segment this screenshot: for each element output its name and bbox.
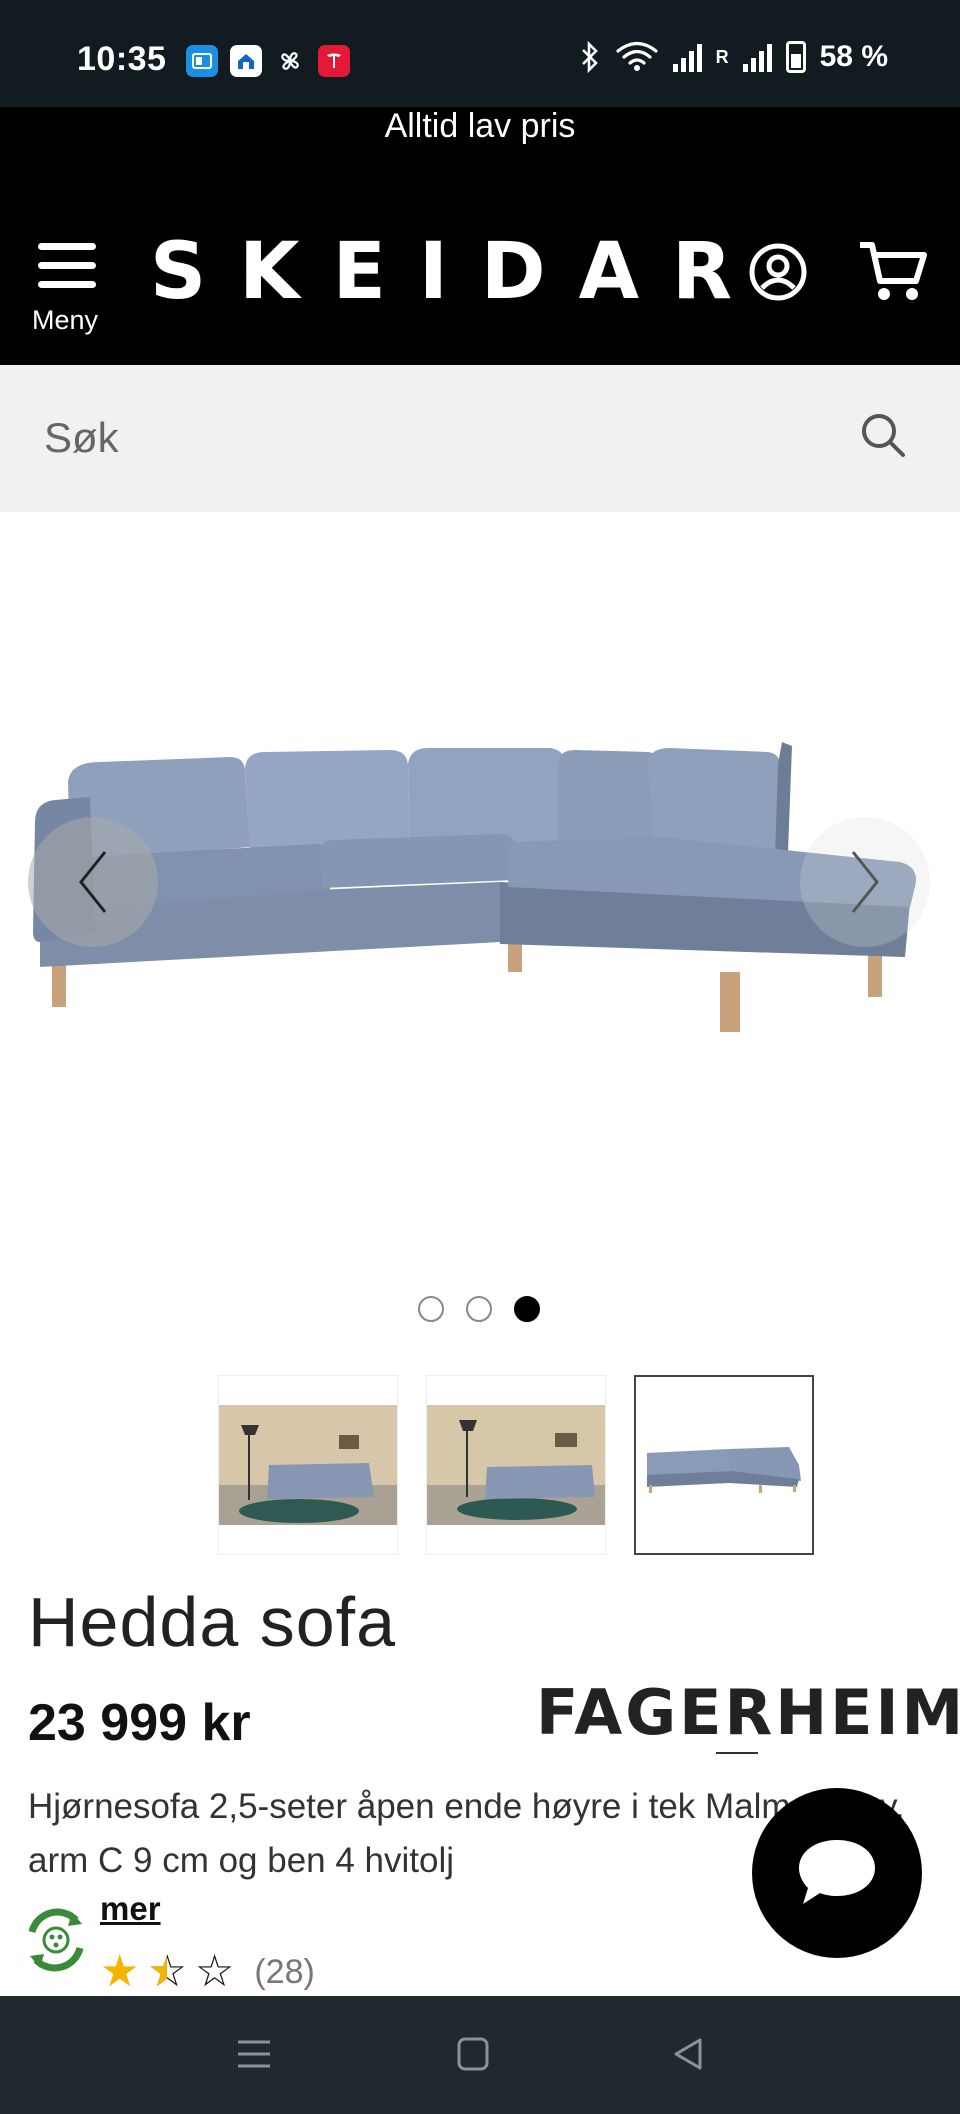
bluetooth-icon (581, 41, 598, 73)
sofa-cutout (647, 1447, 801, 1493)
battery-icon (785, 41, 806, 73)
gallery-next-button[interactable] (800, 817, 930, 947)
product-price: 23 999 kr (28, 1694, 251, 1752)
star-half-icon: ☆★ (147, 1947, 187, 1996)
product-gallery (0, 512, 960, 1272)
account-icon[interactable] (748, 242, 808, 302)
gallery-prev-button[interactable] (28, 817, 158, 947)
cart-icon[interactable] (858, 239, 928, 303)
search-bar (0, 365, 960, 512)
livingroom-photo-2 (427, 1405, 605, 1525)
back-icon[interactable] (670, 2036, 706, 2072)
thumbnail-1[interactable] (218, 1375, 398, 1555)
status-time: 10:35 (77, 40, 167, 78)
product-image[interactable] (30, 712, 930, 1052)
rating-count: (28) (254, 1952, 315, 1991)
signal-icon-2 (742, 42, 772, 72)
fan-icon (274, 45, 306, 77)
thumbnail-strip (218, 1375, 814, 1555)
thumbnail-3[interactable] (634, 1375, 814, 1555)
chat-button[interactable] (752, 1788, 922, 1958)
home-icon[interactable] (456, 2036, 490, 2072)
site-logo[interactable]: SKEIDAR (150, 227, 765, 317)
notification-icons (186, 45, 350, 77)
brand-underline (716, 1752, 758, 1754)
menu-label: Meny (32, 305, 99, 335)
site-header: Meny SKEIDAR (0, 165, 960, 365)
home-app-icon (230, 45, 262, 77)
read-more-link[interactable]: mer (100, 1890, 161, 1928)
tesla-app-icon (318, 45, 350, 77)
gallery-dot-3[interactable] (514, 1296, 540, 1322)
status-bar: 10:35 R 58 % (0, 0, 960, 107)
star-empty-icon: ☆ (194, 1947, 235, 1996)
gallery-dot-2[interactable] (466, 1296, 492, 1322)
star-full-icon: ★ (100, 1947, 140, 1996)
thumbnail-2[interactable] (426, 1375, 606, 1555)
gallery-dots (418, 1296, 540, 1322)
livingroom-photo-1 (219, 1405, 397, 1525)
signal-icon (672, 42, 702, 72)
recent-apps-icon[interactable] (236, 2036, 272, 2072)
battery-level: 58 % (819, 40, 888, 73)
recycle-badge-icon[interactable] (18, 1902, 94, 1978)
promo-text: Alltid lav pris (384, 107, 576, 145)
chevron-left-icon (79, 851, 107, 913)
search-icon[interactable] (858, 410, 908, 460)
chat-bubble-icon (799, 1840, 875, 1904)
menu-button[interactable]: Meny (28, 243, 108, 353)
gallery-dot-1[interactable] (418, 1296, 444, 1322)
hamburger-icon (38, 243, 96, 288)
brand-logo[interactable]: FAGERHEIM (536, 1676, 960, 1749)
chevron-right-icon (851, 851, 879, 913)
outlook-app-icon (186, 45, 218, 77)
search-input[interactable] (44, 403, 824, 473)
product-title: Hedda sofa (28, 1583, 397, 1661)
wifi-icon (616, 41, 658, 71)
product-rating[interactable]: ★ ☆★ ☆ (28) (100, 1950, 315, 1994)
roaming-marker: R (715, 46, 729, 67)
status-indicators: R 58 % (579, 40, 888, 74)
system-nav-bar (0, 1996, 960, 2114)
